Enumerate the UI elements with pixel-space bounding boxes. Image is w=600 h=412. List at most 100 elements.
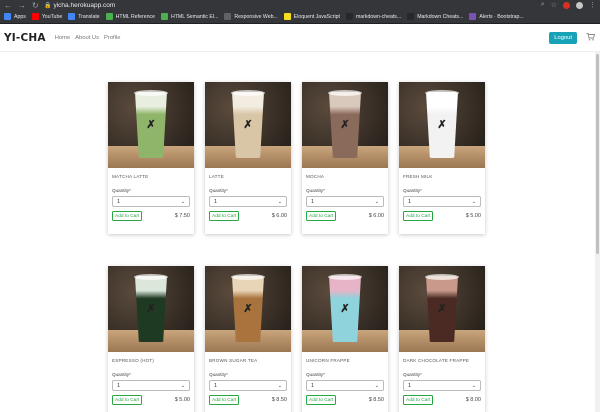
add-to-cart-button[interactable]: Add to Cart <box>209 395 240 405</box>
chevron-down-icon: ⌄ <box>277 382 282 389</box>
quantity-select[interactable]: 1 ⌄ <box>209 380 287 391</box>
yicha-cup-logo-icon: ✗ <box>146 119 156 131</box>
chevron-down-icon: ⌄ <box>180 382 185 389</box>
bookmark-label: Responsive Web... <box>234 13 278 20</box>
product-price: $ 6.00 <box>368 213 384 219</box>
quantity-label: Quantity* <box>403 372 422 377</box>
add-to-cart-button[interactable]: Add to Cart <box>403 211 434 221</box>
quantity-select[interactable]: 1 ⌄ <box>112 380 190 391</box>
quantity-select[interactable]: 1 ⌄ <box>209 196 287 207</box>
bookmark-item[interactable]: HTML Semantic El... <box>160 13 219 20</box>
product-name: DARK CHOCOLATE FRAPPE <box>403 358 470 363</box>
bookmark-label: Eloquent JavaScript <box>293 13 340 20</box>
browser-toolbar: ← → ↻ 🔒 yicha.herokuapp.com ⌕ ☆ ⋮ <box>0 0 600 10</box>
site-navbar: YI-CHA Home About Us Profile Logout <box>0 24 600 52</box>
product-photo: ✗ <box>399 266 485 352</box>
bookmark-label: HTML Semantic El... <box>170 13 219 20</box>
add-to-cart-button[interactable]: Add to Cart <box>403 395 434 405</box>
add-to-cart-button[interactable]: Add to Cart <box>306 211 337 221</box>
bookmark-item[interactable]: Responsive Web... <box>224 13 278 20</box>
product-photo: ✗ <box>302 82 388 168</box>
product-name: MATCHA LATTE <box>112 174 149 179</box>
product-card: ✗ FRESH MILK Quantity* 1 ⌄ Add to Cart $… <box>399 82 485 234</box>
bookmark-item[interactable]: Translate <box>68 13 100 20</box>
product-name: UNICORN FRAPPE <box>306 358 350 363</box>
bookmark-label: Apps <box>14 13 26 20</box>
product-price: $ 6.00 <box>271 213 287 219</box>
star-icon[interactable]: ☆ <box>551 1 557 9</box>
quantity-label: Quantity* <box>209 188 228 193</box>
menu-dots-icon[interactable]: ⋮ <box>589 1 596 9</box>
quantity-value: 1 <box>408 198 412 205</box>
product-price: $ 8.50 <box>368 397 384 403</box>
yicha-cup-logo-icon: ✗ <box>340 303 350 315</box>
yicha-cup-logo-icon: ✗ <box>437 119 447 131</box>
quantity-value: 1 <box>311 198 315 205</box>
product-name: MOCHA <box>306 174 325 179</box>
product-name: LATTE <box>209 174 224 179</box>
add-to-cart-button[interactable]: Add to Cart <box>112 211 143 221</box>
profile-avatar[interactable] <box>576 1 583 9</box>
add-to-cart-button[interactable]: Add to Cart <box>112 395 143 405</box>
bookmark-item[interactable]: Alerts · Bootstrap... <box>469 13 524 20</box>
translate-icon <box>68 13 76 20</box>
quantity-select[interactable]: 1 ⌄ <box>306 380 384 391</box>
address-bar[interactable]: yicha.herokuapp.com <box>53 2 115 9</box>
quantity-select[interactable]: 1 ⌄ <box>112 196 190 207</box>
nav-link-about[interactable]: About Us <box>75 35 99 41</box>
product-photo: ✗ <box>302 266 388 352</box>
cart-icon[interactable] <box>586 32 596 43</box>
product-card: ✗ LATTE Quantity* 1 ⌄ Add to Cart $ 6.00 <box>205 82 291 234</box>
forward-arrow-icon[interactable]: → <box>18 1 26 10</box>
bookmark-item[interactable]: YouTube <box>31 13 62 20</box>
yicha-cup-logo-icon: ✗ <box>340 119 350 131</box>
scrollbar-thumb[interactable] <box>596 54 599 254</box>
bookmark-item[interactable]: Apps <box>4 13 26 20</box>
reload-icon[interactable]: ↻ <box>32 1 39 10</box>
yicha-cup-logo-icon: ✗ <box>243 119 253 131</box>
quantity-label: Quantity* <box>112 188 131 193</box>
extension-icon[interactable] <box>563 1 570 9</box>
search-icon[interactable]: ⌕ <box>541 1 545 9</box>
quantity-value: 1 <box>117 382 121 389</box>
quantity-select[interactable]: 1 ⌄ <box>306 196 384 207</box>
quantity-label: Quantity* <box>306 372 325 377</box>
product-photo: ✗ <box>205 82 291 168</box>
nav-link-profile[interactable]: Profile <box>104 35 120 41</box>
bookmark-label: Markdown Cheats... <box>417 13 464 20</box>
quantity-value: 1 <box>214 382 218 389</box>
quantity-value: 1 <box>408 382 412 389</box>
github-icon <box>407 13 415 20</box>
quantity-select[interactable]: 1 ⌄ <box>403 196 481 207</box>
brand-logo[interactable]: YI-CHA <box>4 32 46 44</box>
product-price: $ 5.00 <box>174 397 190 403</box>
logout-button[interactable]: Logout <box>549 31 577 44</box>
back-arrow-icon[interactable]: ← <box>4 1 12 10</box>
youtube-icon <box>31 13 39 20</box>
product-card: ✗ ESPRESSO (HOT) Quantity* 1 ⌄ Add to Ca… <box>108 266 194 412</box>
bookmark-item[interactable]: markdown-cheats... <box>345 13 401 20</box>
quantity-label: Quantity* <box>306 188 325 193</box>
bookmark-item[interactable]: Markdown Cheats... <box>407 13 463 20</box>
bookmark-label: Alerts · Bootstrap... <box>479 13 524 20</box>
product-price: $ 7.50 <box>174 213 190 219</box>
bookmark-item[interactable]: HTML Reference <box>105 13 155 20</box>
product-photo: ✗ <box>108 82 194 168</box>
code-icon <box>224 13 232 20</box>
product-name: FRESH MILK <box>403 174 433 179</box>
quantity-select[interactable]: 1 ⌄ <box>403 380 481 391</box>
add-to-cart-button[interactable]: Add to Cart <box>306 395 337 405</box>
chevron-down-icon: ⌄ <box>374 198 379 205</box>
nav-link-home[interactable]: Home <box>55 35 70 41</box>
bookmarks-bar: Apps YouTube Translate HTML Reference HTML S… <box>0 10 600 24</box>
quantity-value: 1 <box>117 198 121 205</box>
browser-nav: ← → ↻ <box>4 1 44 10</box>
product-price: $ 8.50 <box>271 397 287 403</box>
lock-icon: 🔒 <box>44 2 52 9</box>
product-card: ✗ MATCHA LATTE Quantity* 1 ⌄ Add to Cart… <box>108 82 194 234</box>
bookmark-item[interactable]: Eloquent JavaScript <box>283 13 340 20</box>
chevron-down-icon: ⌄ <box>374 382 379 389</box>
yicha-cup-logo-icon: ✗ <box>437 303 447 315</box>
product-name: ESPRESSO (HOT) <box>112 358 155 363</box>
add-to-cart-button[interactable]: Add to Cart <box>209 211 240 221</box>
